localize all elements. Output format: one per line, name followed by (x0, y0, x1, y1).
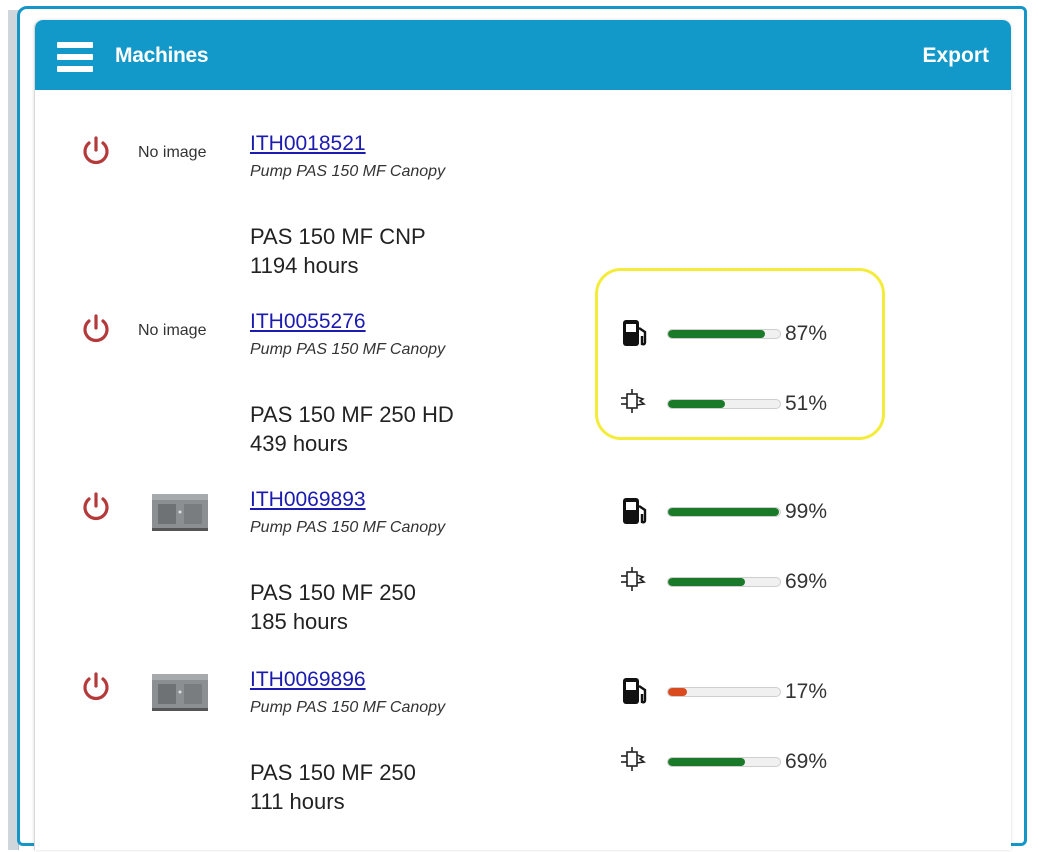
other-progress-bar (667, 757, 781, 767)
fuel-pump-icon (617, 674, 653, 710)
fuel-pump-icon (617, 494, 653, 530)
no-image-label: No image (138, 322, 207, 339)
machine-description: Pump PAS 150 MF Canopy (250, 699, 446, 716)
machine-row: ITH0069893 Pump PAS 150 MF Canopy PAS 150 … (35, 476, 1011, 656)
fuel-percent: 17% (785, 680, 828, 703)
hamburger-menu-icon[interactable] (57, 42, 93, 72)
machine-hours: 185 hours (250, 609, 348, 634)
highlight-annotation (595, 268, 885, 440)
fuel-gauge: 17% (617, 674, 857, 710)
machine-thumbnail-image (150, 670, 210, 712)
machine-id-link[interactable]: ITH0018521 (250, 132, 366, 155)
machine-description: Pump PAS 150 MF Canopy (250, 341, 446, 358)
other-progress-bar (667, 577, 781, 587)
machine-description: Pump PAS 150 MF Canopy (250, 519, 446, 536)
machine-id-link[interactable]: ITH0069893 (250, 488, 366, 511)
fuel-percent: 99% (785, 500, 828, 523)
fuel-progress-fill (668, 688, 688, 696)
fuel-progress-fill (668, 508, 779, 516)
machine-id-link[interactable]: ITH0055276 (250, 310, 366, 333)
machine-hours: 111 hours (250, 789, 345, 814)
machine-model: PAS 150 MF 250 (250, 580, 416, 605)
page-title: Machines (115, 44, 209, 67)
other-progress-fill (668, 758, 746, 766)
engine-icon (617, 744, 653, 780)
machine-model: PAS 150 MF 250 HD (250, 402, 454, 427)
machine-thumbnail-image (150, 490, 210, 532)
power-icon[interactable] (79, 490, 113, 524)
other-gauge: 69% (617, 744, 857, 780)
machine-description: Pump PAS 150 MF Canopy (250, 163, 446, 180)
machines-panel: Machines Export No image ITH0018521 Pump P… (34, 20, 1011, 850)
export-button[interactable]: Export (922, 44, 989, 68)
header-bar: Machines Export (35, 20, 1011, 90)
power-icon[interactable] (79, 670, 113, 704)
power-icon[interactable] (79, 312, 113, 346)
other-progress-fill (668, 578, 746, 586)
machine-model: PAS 150 MF 250 (250, 760, 416, 785)
other-percent: 69% (785, 570, 828, 593)
machine-id-link[interactable]: ITH0069896 (250, 668, 366, 691)
fuel-progress-bar (667, 507, 781, 517)
machine-model: PAS 150 MF CNP (250, 224, 426, 249)
fuel-gauge: 99% (617, 494, 857, 530)
machine-hours: 439 hours (250, 431, 348, 456)
other-gauge: 69% (617, 564, 857, 600)
other-percent: 69% (785, 750, 828, 773)
engine-icon (617, 564, 653, 600)
no-image-label: No image (138, 144, 207, 161)
power-icon[interactable] (79, 134, 113, 168)
machine-hours: 1194 hours (250, 253, 359, 278)
machine-row: ITH0069896 Pump PAS 150 MF Canopy PAS 150 … (35, 656, 1011, 836)
fuel-progress-bar (667, 687, 781, 697)
